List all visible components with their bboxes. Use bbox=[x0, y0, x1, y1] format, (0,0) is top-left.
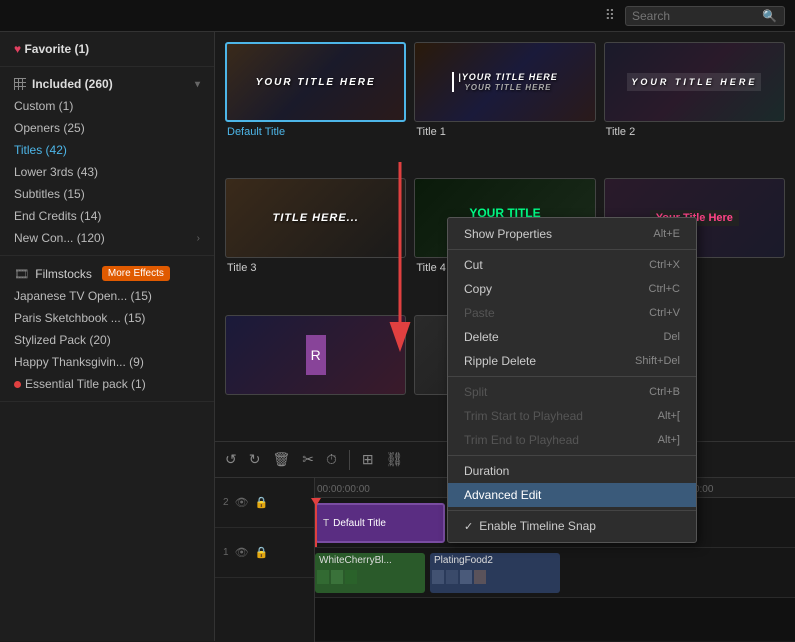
checkmark-icon: ✓ bbox=[464, 521, 473, 533]
ctx-split: Split Ctrl+B bbox=[448, 380, 696, 404]
timer-icon[interactable]: ⏱ bbox=[326, 451, 337, 468]
ctx-separator-3 bbox=[448, 455, 696, 456]
thumb-title3-image[interactable]: TITLE HERE... bbox=[225, 178, 406, 258]
thumb-label-default: Default Title bbox=[225, 126, 406, 138]
ctx-separator-2 bbox=[448, 376, 696, 377]
heart-icon: ♥ bbox=[14, 42, 21, 56]
sidebar-item-stylized[interactable]: Stylized Pack (20) bbox=[0, 329, 214, 351]
playhead-triangle bbox=[311, 498, 321, 506]
ctx-show-properties[interactable]: Show Properties Alt+E bbox=[448, 222, 696, 246]
ctx-advanced-edit[interactable]: Advanced Edit bbox=[448, 483, 696, 507]
sidebar-item-thanksgiving[interactable]: Happy Thanksgivin... (9) bbox=[0, 351, 214, 373]
ctx-ripple-delete[interactable]: Ripple Delete Shift+Del bbox=[448, 349, 696, 373]
track-row-video: WhiteCherryBl... PlatingFood2 bbox=[315, 548, 795, 598]
link-icon[interactable]: ⛓ bbox=[386, 451, 404, 468]
sidebar-item-custom[interactable]: Custom (1) bbox=[0, 95, 214, 117]
sidebar-item-subtitles[interactable]: Subtitles (15) bbox=[0, 183, 214, 205]
eye-icon-2[interactable]: 👁 bbox=[235, 546, 249, 559]
delete-icon[interactable]: 🗑 bbox=[272, 451, 290, 468]
timecode-start: 00:00:00:00 bbox=[317, 484, 370, 495]
grid-icon: ⠿ bbox=[605, 7, 615, 24]
ctx-paste: Paste Ctrl+V bbox=[448, 301, 696, 325]
search-input[interactable] bbox=[632, 9, 762, 23]
sidebar-item-lower3rds[interactable]: Lower 3rds (43) bbox=[0, 161, 214, 183]
sidebar-included-section: Included (260) ▾ Custom (1) Openers (25)… bbox=[0, 67, 214, 256]
sidebar-item-openers[interactable]: Openers (25) bbox=[0, 117, 214, 139]
sidebar-item-titles[interactable]: Titles (42) bbox=[0, 139, 214, 161]
more-effects-button[interactable]: More Effects bbox=[102, 266, 170, 281]
thumb-label-title3: Title 3 bbox=[225, 262, 406, 274]
sidebar-item-essentialtitle[interactable]: Essential Title pack (1) bbox=[0, 373, 214, 395]
sidebar-item-endcredits[interactable]: End Credits (14) bbox=[0, 205, 214, 227]
cherry-frames bbox=[315, 568, 425, 586]
track-header-video: 1 👁 🔒 bbox=[215, 528, 314, 578]
thumb-title6-image[interactable]: R bbox=[225, 315, 406, 395]
thumbnail-default-title[interactable]: YOUR TITLE HERE Default Title bbox=[225, 42, 406, 170]
filmstock-icon: 🎞 bbox=[14, 267, 29, 281]
toolbar-separator bbox=[349, 450, 350, 470]
thumbnail-title1[interactable]: |YOUR TITLE HEREYOUR TITLE HERE Title 1 bbox=[414, 42, 595, 170]
filmstocks-header[interactable]: 🎞 Filmstocks More Effects bbox=[0, 262, 214, 285]
search-icon: 🔍 bbox=[762, 9, 777, 23]
cut-icon[interactable]: ✂ bbox=[302, 451, 314, 468]
search-box[interactable]: 🔍 bbox=[625, 6, 785, 26]
sidebar-item-paris[interactable]: Paris Sketchbook ... (15) bbox=[0, 307, 214, 329]
thumbnail-title3[interactable]: TITLE HERE... Title 3 bbox=[225, 178, 406, 306]
title-clip[interactable]: T Default Title bbox=[315, 503, 445, 543]
top-bar: ⠿ 🔍 bbox=[0, 0, 795, 32]
thumb-title1-image[interactable]: |YOUR TITLE HEREYOUR TITLE HERE bbox=[414, 42, 595, 122]
sidebar-filmstocks-section: 🎞 Filmstocks More Effects Japanese TV Op… bbox=[0, 256, 214, 402]
eye-icon-1[interactable]: 👁 bbox=[235, 496, 249, 509]
sidebar-favorites-section: ♥ Favorite (1) bbox=[0, 32, 214, 67]
timeline-side: 2 👁 🔒 1 👁 🔒 bbox=[215, 478, 315, 642]
content-area: YOUR TITLE HERE Default Title |YOUR TITL… bbox=[215, 32, 795, 641]
thumb-label-title1: Title 1 bbox=[414, 126, 595, 138]
thumb-text-default: YOUR TITLE HERE bbox=[256, 77, 376, 88]
ctx-cut[interactable]: Cut Ctrl+X bbox=[448, 253, 696, 277]
ctx-trim-start: Trim Start to Playhead Alt+[ bbox=[448, 404, 696, 428]
sidebar-item-newcon[interactable]: New Con... (120) › bbox=[0, 227, 214, 249]
thumb-content-title6: R bbox=[306, 335, 326, 375]
ctx-duration[interactable]: Duration bbox=[448, 459, 696, 483]
thumbnail-title2[interactable]: YOUR TITLE HERE Title 2 bbox=[604, 42, 785, 170]
clip-food[interactable]: PlatingFood2 bbox=[430, 553, 560, 593]
main-layout: ♥ Favorite (1) Included (260) ▾ Custom (… bbox=[0, 32, 795, 641]
thumb-title2-image[interactable]: YOUR TITLE HERE bbox=[604, 42, 785, 122]
chevron-right-icon: › bbox=[197, 233, 200, 244]
lock-icon-1[interactable]: 🔒 bbox=[255, 496, 269, 509]
sidebar: ♥ Favorite (1) Included (260) ▾ Custom (… bbox=[0, 32, 215, 641]
ctx-trim-end: Trim End to Playhead Alt+] bbox=[448, 428, 696, 452]
sidebar-item-included[interactable]: Included (260) ▾ bbox=[0, 73, 214, 95]
undo-icon[interactable]: ↺ bbox=[225, 451, 237, 468]
ctx-separator-1 bbox=[448, 249, 696, 250]
track-header-title: 2 👁 🔒 bbox=[215, 478, 314, 528]
ctx-enable-snap[interactable]: ✓Enable Timeline Snap bbox=[448, 514, 696, 538]
ctx-copy[interactable]: Copy Ctrl+C bbox=[448, 277, 696, 301]
context-menu: Show Properties Alt+E Cut Ctrl+X Copy Ct… bbox=[447, 217, 697, 543]
grid-small-icon bbox=[14, 78, 26, 90]
playhead bbox=[315, 498, 317, 547]
sidebar-item-favorite[interactable]: ♥ Favorite (1) bbox=[0, 38, 214, 60]
thumb-text-title3: TITLE HERE... bbox=[272, 212, 358, 224]
chevron-down-icon: ▾ bbox=[195, 79, 200, 90]
thumb-label-title2: Title 2 bbox=[604, 126, 785, 138]
thumb-default-title-image[interactable]: YOUR TITLE HERE bbox=[225, 42, 406, 122]
clip-cherry[interactable]: WhiteCherryBl... bbox=[315, 553, 425, 593]
redo-icon[interactable]: ↻ bbox=[249, 451, 261, 468]
add-track-icon[interactable]: ⊞ bbox=[362, 451, 374, 468]
thumb-text-title2: YOUR TITLE HERE bbox=[627, 73, 761, 91]
ctx-delete[interactable]: Delete Del bbox=[448, 325, 696, 349]
thumb-text-title1: |YOUR TITLE HEREYOUR TITLE HERE bbox=[452, 72, 558, 92]
dot-red-icon bbox=[14, 381, 21, 388]
food-frames bbox=[430, 568, 560, 586]
ctx-separator-4 bbox=[448, 510, 696, 511]
thumbnail-title6[interactable]: R bbox=[225, 315, 406, 431]
sidebar-item-japantv[interactable]: Japanese TV Open... (15) bbox=[0, 285, 214, 307]
lock-icon-2[interactable]: 🔒 bbox=[255, 546, 269, 559]
